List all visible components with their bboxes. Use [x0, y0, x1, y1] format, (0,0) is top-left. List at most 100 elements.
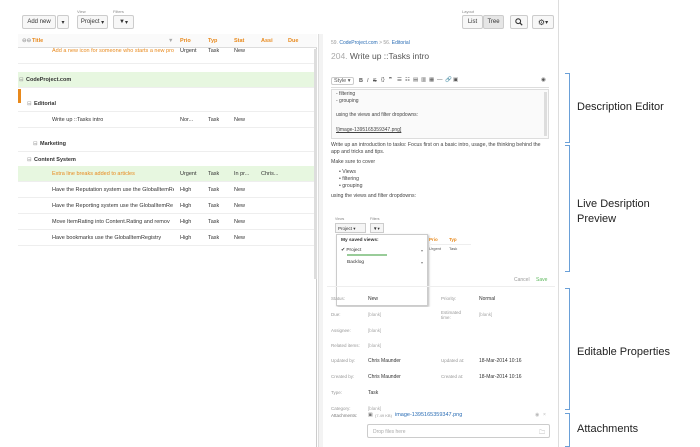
attachments-label: Attachments:	[331, 413, 358, 418]
group-row[interactable]: ⊟ CodeProject.com	[18, 72, 317, 88]
eye-icon[interactable]: ◉	[535, 412, 539, 418]
cell-title: Have bookmarks use the GlobalItemRegistr…	[52, 235, 162, 241]
grid-scrollbar[interactable]	[314, 49, 317, 279]
col-title[interactable]: Title	[32, 38, 43, 44]
table-row[interactable]: Have the Reporting system use the Global…	[18, 198, 317, 214]
numbered-list-icon[interactable]: ☷	[405, 77, 410, 83]
cell-prio: High	[180, 219, 192, 225]
collapse-icon[interactable]: ⊟	[27, 101, 32, 107]
caret-down-icon: ▾	[61, 19, 65, 26]
mini-saved-heading: My saved views:	[341, 238, 379, 243]
description-editor[interactable]: - filtering - grouping using the views a…	[331, 89, 549, 139]
estimated-time-value[interactable]: [blank]	[479, 312, 492, 317]
indent-icon[interactable]: ▤	[413, 77, 418, 83]
cell-title: Have the Reputation system use the Globa…	[52, 187, 174, 193]
annotation-description-editor: Description Editor	[577, 101, 664, 113]
style-dropdown[interactable]: Style ▾	[331, 77, 354, 85]
italic-icon[interactable]: I	[367, 78, 369, 84]
editor-line: - filtering	[336, 91, 356, 97]
cell-status: New	[234, 117, 246, 123]
preview-bullet-list: • Views • filtering • grouping	[331, 169, 549, 190]
table-row[interactable]: Have bookmarks use the GlobalItemRegistr…	[18, 230, 317, 246]
editor-line: using the views and filter dropdowns:	[336, 112, 418, 119]
list-layout-button[interactable]: List	[462, 15, 483, 29]
cell-status: New	[234, 203, 246, 209]
breadcrumb-item[interactable]: Editorial	[392, 40, 410, 46]
save-link[interactable]: Save	[536, 277, 547, 283]
delete-icon[interactable]: ×	[543, 412, 546, 418]
editor-line: - grouping	[336, 98, 359, 105]
settings-button[interactable]: ⚙ ▾	[532, 15, 554, 29]
group-row[interactable]: ⊟ Marketing	[18, 136, 317, 152]
add-new-button[interactable]: Add new	[22, 15, 56, 29]
outdent-icon[interactable]: ▥	[421, 77, 426, 83]
table-icon[interactable]: ▦	[429, 77, 434, 83]
pane-splitter[interactable]	[318, 34, 323, 447]
status-value[interactable]: New	[368, 296, 378, 302]
category-value[interactable]: [blank]	[368, 406, 381, 411]
drop-files-zone[interactable]: Drop files here 🗀	[367, 424, 550, 438]
filter-icon[interactable]: ▼	[168, 38, 173, 44]
collapse-icon[interactable]: ⊟	[19, 77, 24, 83]
created-at-label: Created at:	[441, 374, 464, 379]
attachment-link[interactable]: image-1395165359347.png	[395, 412, 462, 418]
link-icon[interactable]: 🔗	[445, 77, 452, 83]
attachment-size: (7.49 KB)	[375, 413, 392, 418]
preview-eye-icon[interactable]: ◉	[541, 77, 546, 83]
quote-icon[interactable]: ❞	[389, 77, 392, 83]
item-number: 204.	[331, 51, 348, 61]
filters-label: Filters	[113, 9, 124, 14]
collapse-icon[interactable]: ⊟	[33, 141, 38, 147]
gear-icon: ⚙	[537, 17, 546, 27]
cell-type: Task	[208, 203, 220, 209]
bold-icon[interactable]: B	[359, 78, 363, 84]
editor-scrollbar[interactable]	[544, 92, 547, 136]
mini-caret-icon: ▾	[421, 248, 424, 253]
col-prio[interactable]: Prio	[180, 38, 191, 44]
col-status[interactable]: Stat	[234, 38, 244, 44]
type-value[interactable]: Task	[368, 390, 378, 396]
preview-paragraph: using the views and filter dropdowns:	[331, 193, 417, 199]
cancel-link[interactable]: Cancel	[514, 277, 530, 283]
preview-image: Views Filters Project ▾ ▼▾ My saved view…	[333, 217, 473, 307]
due-value[interactable]: [blank]	[368, 312, 381, 317]
table-row[interactable]: Have the Reputation system use the Globa…	[18, 182, 317, 198]
mini-caret-icon: ▾	[421, 260, 424, 265]
add-new-dropdown-button[interactable]: ▾	[57, 15, 69, 29]
description-preview: Write up an introduction to tasks: Focus…	[331, 142, 549, 200]
tree-layout-button[interactable]: Tree	[483, 15, 504, 29]
filter-dropdown[interactable]: ▼ ▾	[113, 15, 134, 29]
table-row[interactable]: Add a new icon for someone who starts a …	[18, 48, 317, 64]
view-value: Project	[80, 19, 100, 25]
cell-title: Add a new icon for someone who starts a …	[52, 48, 174, 54]
annotation-live-preview: Live Desription	[577, 198, 650, 210]
created-by-value: Chris Maunder	[368, 374, 401, 380]
mini-dropdown-menu: My saved views: ✔ Project Backlog ▾ ▾	[336, 234, 428, 306]
list-label: List	[467, 19, 478, 25]
col-type[interactable]: Typ	[208, 38, 217, 44]
cell-title: Move ItemRating into Content.Rating and …	[52, 219, 170, 225]
col-due[interactable]: Due	[288, 38, 298, 44]
priority-value[interactable]: Normal	[479, 296, 495, 302]
add-new-label: Add new	[27, 19, 51, 25]
breadcrumb-item[interactable]: CodeProject.com	[339, 40, 377, 46]
tree-label: Tree	[487, 19, 500, 25]
code-icon[interactable]: {}	[381, 77, 385, 83]
line-icon[interactable]: —	[437, 77, 443, 83]
bullet-list-icon[interactable]: ☰	[397, 77, 402, 83]
collapse-icon[interactable]: ⊟	[27, 157, 32, 163]
table-row[interactable]: Write up ::Tasks intro Nor... Task New	[18, 112, 317, 128]
image-icon[interactable]: ▣	[453, 77, 458, 83]
item-title[interactable]: Write up ::Tasks intro	[350, 51, 429, 61]
table-row[interactable]: Extra line breaks added to articles Urgen…	[18, 166, 317, 182]
view-dropdown[interactable]: Project ▾	[77, 15, 108, 29]
col-assignee[interactable]: Assi	[261, 38, 273, 44]
folder-icon[interactable]: 🗀	[539, 428, 545, 438]
assignee-value[interactable]: [blank]	[368, 328, 381, 333]
table-row[interactable]: Move ItemRating into Content.Rating and …	[18, 214, 317, 230]
group-row[interactable]: ⊟ Editorial	[18, 96, 317, 112]
related-items-value[interactable]: [blank]	[368, 343, 381, 348]
strike-icon[interactable]: S	[373, 78, 377, 84]
search-button[interactable]	[510, 15, 528, 29]
